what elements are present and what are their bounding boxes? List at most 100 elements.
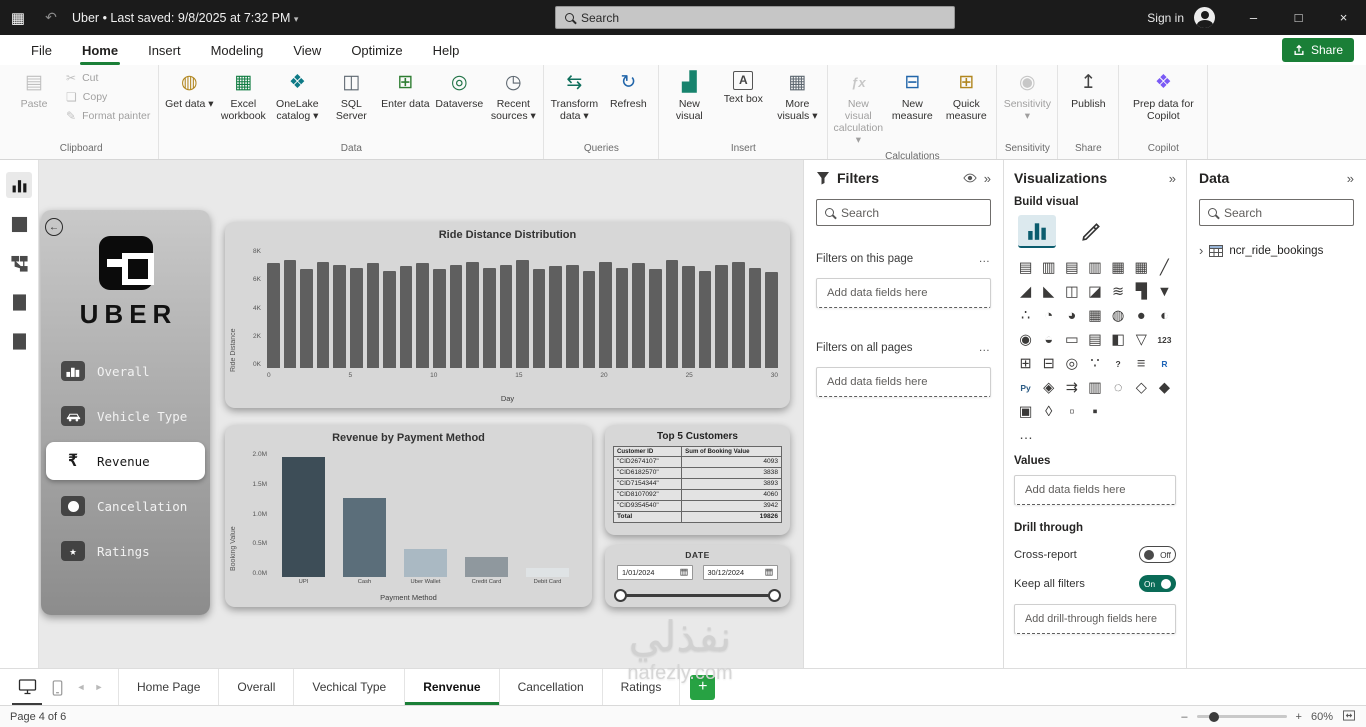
keep-all-filters-toggle[interactable]: On bbox=[1139, 575, 1176, 592]
page-tab-home-page[interactable]: Home Page bbox=[118, 669, 220, 705]
sidebar-item-vehicle-type[interactable]: Vehicle Type bbox=[41, 397, 210, 435]
ride-distance-bar[interactable] bbox=[715, 264, 729, 368]
slider-handle-right[interactable] bbox=[768, 589, 781, 602]
ribbon-get-data-button[interactable]: ◍ Get data ▾ bbox=[162, 67, 216, 112]
ribbon-new-visual-button[interactable]: ▟ New visual bbox=[662, 67, 716, 124]
revenue-chart[interactable]: Revenue by Payment Method Booking Value … bbox=[225, 425, 592, 607]
desktop-view-icon[interactable] bbox=[12, 671, 42, 705]
ride-distance-bar[interactable] bbox=[267, 263, 280, 368]
ride-distance-bar[interactable] bbox=[732, 261, 745, 368]
sidebar-item-overall[interactable]: Overall bbox=[41, 352, 210, 390]
numeric-range-slicer-icon[interactable]: 123 bbox=[1153, 329, 1175, 351]
table-view-icon[interactable] bbox=[6, 211, 32, 237]
menu-tab-home[interactable]: Home bbox=[67, 35, 133, 65]
zoom-slider-thumb[interactable] bbox=[1209, 711, 1220, 722]
area-chart-icon[interactable]: ◢ bbox=[1015, 281, 1037, 303]
data-table-ncr-ride-bookings[interactable]: › ncr_ride_bookings bbox=[1199, 243, 1354, 258]
get-more-visuals-icon[interactable]: … bbox=[1019, 426, 1176, 442]
ride-distance-bar[interactable] bbox=[499, 264, 513, 368]
values-dropzone[interactable]: Add data fields here bbox=[1014, 475, 1176, 505]
tmdl-view-icon[interactable] bbox=[6, 328, 32, 354]
multi-row-card-icon[interactable]: ▤ bbox=[1084, 329, 1106, 351]
pie-chart-icon[interactable]: ◔ bbox=[1038, 305, 1060, 327]
table-row[interactable]: "CID9354540" 3942 bbox=[612, 499, 782, 512]
ride-distance-bar[interactable] bbox=[366, 263, 380, 368]
slider-track[interactable] bbox=[619, 594, 776, 597]
menu-tab-insert[interactable]: Insert bbox=[133, 35, 196, 65]
next-page-arrow[interactable]: ► bbox=[90, 669, 108, 705]
custom-visual-3-icon[interactable]: ▫ bbox=[1061, 401, 1083, 423]
end-date-input[interactable]: 30/12/2024 bbox=[702, 565, 778, 580]
customers-table[interactable]: Customer ID Sum of Booking Value "CID26741… bbox=[612, 445, 782, 523]
revenue-bar[interactable] bbox=[342, 498, 387, 577]
global-search-input[interactable] bbox=[581, 10, 945, 25]
waterfall-chart-icon[interactable]: ▜ bbox=[1130, 281, 1152, 303]
data-search-input[interactable] bbox=[1224, 205, 1345, 220]
sidebar-item-ratings[interactable]: ★ Ratings bbox=[41, 532, 210, 570]
ride-distance-bar[interactable] bbox=[449, 264, 463, 368]
app-icon[interactable]: ▦ bbox=[0, 9, 36, 27]
ribbon-publish-button[interactable]: ↥ Publish bbox=[1061, 67, 1115, 112]
clustered-bar-chart-icon[interactable]: ▤ bbox=[1061, 257, 1083, 279]
ribbon-excel-workbook-button[interactable]: ▦ Excel workbook bbox=[216, 67, 270, 124]
menu-tab-optimize[interactable]: Optimize bbox=[336, 35, 417, 65]
filled-map-icon[interactable]: ● bbox=[1130, 305, 1152, 327]
undo-icon[interactable]: ↶ bbox=[36, 9, 66, 26]
revenue-bar[interactable] bbox=[464, 556, 509, 577]
ride-distance-bar[interactable] bbox=[466, 261, 479, 368]
ride-distance-bar[interactable] bbox=[516, 260, 529, 368]
minimize-button[interactable]: – bbox=[1231, 0, 1276, 35]
card-icon[interactable]: ▭ bbox=[1061, 329, 1083, 351]
collapse-pane-icon[interactable]: » bbox=[984, 171, 991, 186]
paginated-report-icon[interactable]: ▥ bbox=[1084, 377, 1106, 399]
ride-distance-bar[interactable] bbox=[399, 266, 413, 368]
collapse-pane-icon[interactable]: » bbox=[1347, 171, 1354, 186]
maximize-button[interactable]: □ bbox=[1276, 0, 1321, 35]
stacked-area-chart-icon[interactable]: ◣ bbox=[1038, 281, 1060, 303]
revenue-bar[interactable] bbox=[525, 567, 570, 577]
stacked-bar-chart-icon[interactable]: ▤ bbox=[1015, 257, 1037, 279]
zoom-out-button[interactable]: – bbox=[1181, 711, 1187, 723]
clustered-column-chart-icon[interactable]: ▥ bbox=[1084, 257, 1106, 279]
ride-distance-bar[interactable] bbox=[482, 267, 496, 368]
table-row[interactable]: "CID6182570" 3838 bbox=[612, 467, 782, 480]
ride-distance-bar[interactable] bbox=[748, 267, 762, 368]
ribbon-dataverse-button[interactable]: ◎ Dataverse bbox=[432, 67, 486, 112]
page-tab-renvenue[interactable]: Renvenue bbox=[405, 669, 500, 705]
ride-distance-bar[interactable] bbox=[549, 266, 562, 368]
slicer-icon[interactable]: ▽ bbox=[1130, 329, 1152, 351]
filters-search[interactable] bbox=[816, 199, 991, 226]
stacked-column-chart-icon[interactable]: ▥ bbox=[1038, 257, 1060, 279]
power-apps-icon[interactable]: ◈ bbox=[1038, 377, 1060, 399]
table-icon[interactable]: ⊞ bbox=[1015, 353, 1037, 375]
treemap-icon[interactable]: ▦ bbox=[1084, 305, 1106, 327]
drill-through-dropzone[interactable]: Add drill-through fields here bbox=[1014, 604, 1176, 634]
menu-tab-view[interactable]: View bbox=[278, 35, 336, 65]
collapse-pane-icon[interactable]: » bbox=[1169, 171, 1176, 186]
ride-distance-bar[interactable] bbox=[532, 269, 546, 368]
python-visual-icon[interactable]: Py bbox=[1015, 377, 1037, 399]
ride-distance-bar[interactable] bbox=[433, 269, 446, 368]
menu-tab-file[interactable]: File bbox=[16, 35, 67, 65]
scatter-chart-icon[interactable]: ∴ bbox=[1015, 305, 1037, 327]
ride-distance-bar[interactable] bbox=[333, 264, 347, 368]
azure-map-icon[interactable]: ◉ bbox=[1015, 329, 1037, 351]
global-search[interactable] bbox=[555, 6, 955, 29]
menu-tab-help[interactable]: Help bbox=[418, 35, 475, 65]
ribbon-quick-measure-button[interactable]: ⊞ Quick measure bbox=[939, 67, 993, 124]
ribbon-text-box-button[interactable]: A Text box bbox=[716, 67, 770, 107]
ride-distance-bar[interactable] bbox=[316, 261, 330, 368]
date-range-slider[interactable] bbox=[614, 588, 781, 604]
sidebar-item-cancellation[interactable]: Cancellation bbox=[41, 487, 210, 525]
report-view-icon[interactable] bbox=[6, 172, 32, 198]
report-canvas[interactable]: ← UBER Overall Vehicle Type ₹ Revenue Cancel… bbox=[39, 160, 803, 668]
line-chart-icon[interactable]: ╱ bbox=[1153, 257, 1175, 279]
ride-distance-bar[interactable] bbox=[649, 269, 662, 368]
metrics-icon[interactable]: ◇ bbox=[1130, 377, 1152, 399]
line-and-clustered-column-chart-icon[interactable]: ◪ bbox=[1084, 281, 1106, 303]
ride-distance-bar[interactable] bbox=[383, 270, 396, 368]
sidebar-item-revenue[interactable]: ₹ Revenue bbox=[46, 442, 205, 480]
ride-distance-bar[interactable] bbox=[582, 270, 596, 368]
ride-distance-bar[interactable] bbox=[283, 260, 297, 368]
sign-in-link[interactable]: Sign in bbox=[1147, 11, 1184, 25]
